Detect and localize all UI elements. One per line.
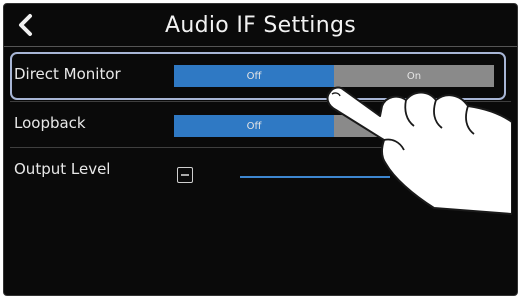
output-level-decrease-button[interactable]: [177, 167, 193, 183]
page-title: Audio IF Settings: [165, 13, 356, 38]
device-screen: Audio IF Settings Direct Monitor Off On …: [3, 3, 518, 296]
minus-icon: [181, 174, 189, 176]
loopback-label: Loopback: [14, 114, 86, 132]
pointing-hand-icon: [326, 86, 512, 215]
header: Audio IF Settings: [4, 4, 517, 47]
output-level-label: Output Level: [14, 160, 111, 178]
loopback-off-button[interactable]: Off: [174, 115, 334, 137]
